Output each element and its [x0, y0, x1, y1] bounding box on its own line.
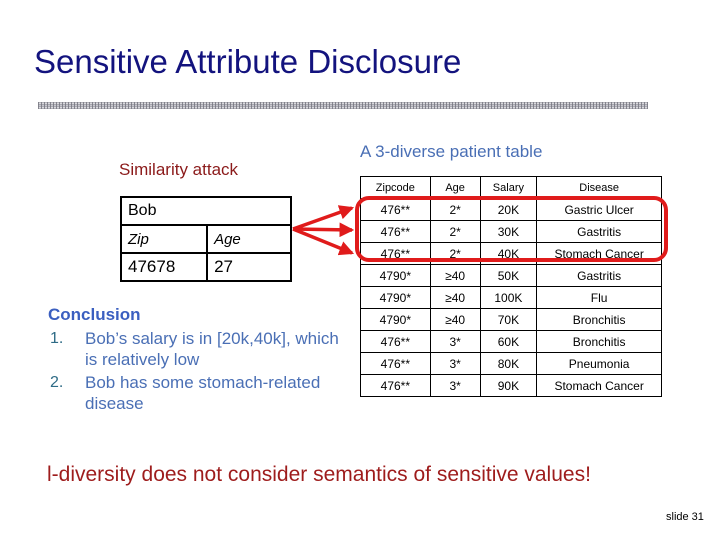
cell-disease: Pneumonia	[536, 352, 662, 375]
cell-salary: 20K	[479, 198, 538, 221]
cell-disease: Bronchitis	[536, 330, 662, 353]
column-header-age: Age	[429, 176, 481, 199]
cell-age: 3*	[429, 374, 481, 397]
table-row: 476** 3* 60K Bronchitis	[360, 330, 662, 353]
column-header-salary: Salary	[479, 176, 538, 199]
table-row: 476** 2* 40K Stomach Cancer	[360, 242, 662, 265]
cell-age: 2*	[429, 242, 481, 265]
bob-attr-zip: Zip	[119, 224, 209, 254]
page-title: Sensitive Attribute Disclosure	[34, 43, 462, 80]
cell-age: 3*	[429, 330, 481, 353]
table-row: Bob	[120, 196, 292, 226]
table-row: 4790* ≥40 70K Bronchitis	[360, 308, 662, 331]
cell-zipcode: 4790*	[360, 308, 431, 331]
cell-disease: Gastric Ulcer	[536, 198, 662, 221]
cell-age: ≥40	[429, 264, 481, 287]
bob-value-zip: 47678	[119, 252, 209, 282]
patient-table-caption: A 3-diverse patient table	[360, 142, 543, 161]
table-header-row: Zipcode Age Salary Disease	[360, 176, 662, 199]
similarity-attack-label: Similarity attack	[119, 160, 239, 179]
table-row: 476** 2* 20K Gastric Ulcer	[360, 198, 662, 221]
bob-name-cell: Bob	[120, 196, 292, 226]
cell-zipcode: 476**	[360, 330, 431, 353]
list-item-number: 2.	[50, 374, 64, 391]
arrow-to-row-1	[292, 205, 355, 231]
cell-age: 2*	[429, 198, 481, 221]
column-header-disease: Disease	[536, 176, 662, 199]
table-row: 476** 2* 30K Gastritis	[360, 220, 662, 243]
list-item: 1. Bob’s salary is in [20k,40k], which i…	[48, 328, 348, 370]
column-header-zipcode: Zipcode	[360, 176, 431, 199]
bob-attr-age: Age	[206, 224, 292, 254]
patient-table-body: 476** 2* 20K Gastric Ulcer 476** 2* 30K Gastrit…	[360, 198, 662, 397]
slide-number: slide 31	[666, 511, 704, 523]
cell-zipcode: 476**	[360, 242, 431, 265]
cell-salary: 80K	[479, 352, 538, 375]
table-row: 47678 27	[119, 252, 292, 282]
cell-salary: 90K	[479, 374, 538, 397]
list-item-text: Bob’s salary is in [20k,40k], which is r…	[85, 329, 339, 369]
table-row: 4790* ≥40 100K Flu	[360, 286, 662, 309]
cell-zipcode: 476**	[360, 374, 431, 397]
cell-disease: Stomach Cancer	[536, 374, 662, 397]
cell-disease: Flu	[536, 286, 662, 309]
cell-zipcode: 476**	[360, 352, 431, 375]
cell-salary: 50K	[479, 264, 538, 287]
conclusion-heading: Conclusion	[48, 305, 141, 324]
conclusion-list: 1. Bob’s salary is in [20k,40k], which i…	[48, 328, 348, 416]
list-item: 2. Bob has some stomach-related disease	[48, 372, 348, 414]
cell-age: ≥40	[429, 286, 481, 309]
list-item-text: Bob has some stomach-related disease	[85, 373, 321, 413]
cell-zipcode: 4790*	[360, 264, 431, 287]
cell-age: 3*	[429, 352, 481, 375]
cell-disease: Gastritis	[536, 264, 662, 287]
cell-disease: Stomach Cancer	[536, 242, 662, 265]
cell-salary: 60K	[479, 330, 538, 353]
table-row: 4790* ≥40 50K Gastritis	[360, 264, 662, 287]
cell-disease: Gastritis	[536, 220, 662, 243]
arrow-to-row-3	[292, 227, 355, 256]
bob-value-age: 27	[206, 252, 292, 282]
table-row: Zip Age	[119, 224, 292, 254]
bob-record-table: Bob Zip Age 47678 27	[119, 196, 292, 282]
cell-age: 2*	[429, 220, 481, 243]
title-divider	[38, 102, 648, 109]
table-row: 476** 3* 90K Stomach Cancer	[360, 374, 662, 397]
cell-salary: 70K	[479, 308, 538, 331]
cell-zipcode: 476**	[360, 220, 431, 243]
cell-salary: 30K	[479, 220, 538, 243]
cell-zipcode: 476**	[360, 198, 431, 221]
list-item-number: 1.	[50, 330, 64, 347]
cell-salary: 40K	[479, 242, 538, 265]
table-row: 476** 3* 80K Pneumonia	[360, 352, 662, 375]
cell-salary: 100K	[479, 286, 538, 309]
takeaway-text: l-diversity does not consider semantics …	[47, 463, 591, 486]
similarity-attack-arrows	[292, 205, 355, 256]
patient-table: Zipcode Age Salary Disease 476** 2* 20K Gas…	[360, 176, 662, 397]
arrow-to-row-2	[292, 222, 355, 238]
cell-age: ≥40	[429, 308, 481, 331]
cell-disease: Bronchitis	[536, 308, 662, 331]
cell-zipcode: 4790*	[360, 286, 431, 309]
